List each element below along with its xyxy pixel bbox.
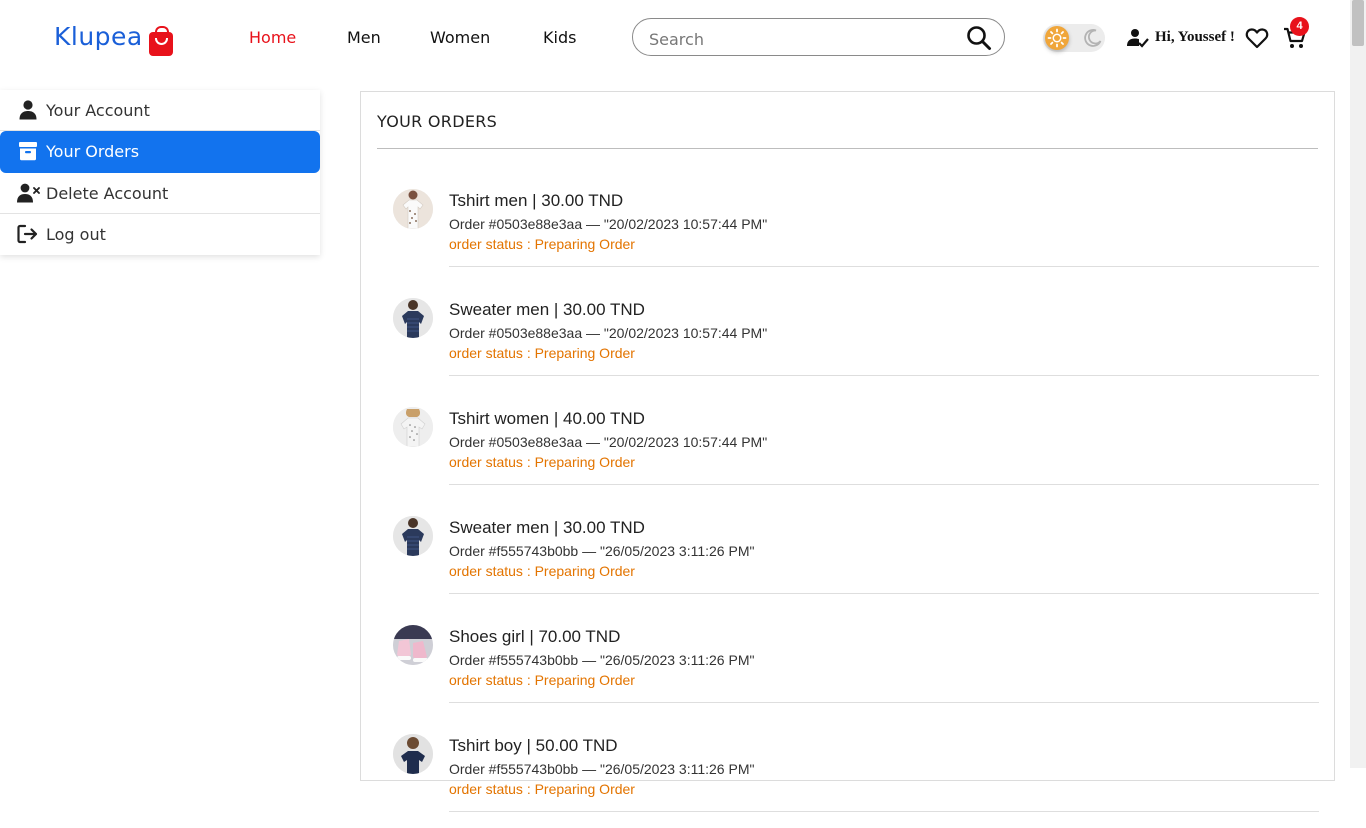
sidebar-item-your-account[interactable]: Your Account <box>0 90 320 131</box>
order-product-name: Tshirt women | 40.00 TND <box>449 409 645 428</box>
search-input[interactable] <box>647 27 961 51</box>
order-item: Sweater men | 30.00 TND Order #0503e88e3… <box>393 283 1319 392</box>
order-divider <box>449 811 1319 812</box>
nav-women[interactable]: Women <box>430 28 490 47</box>
order-divider <box>449 702 1319 703</box>
user-check-icon <box>1127 29 1149 48</box>
sidebar-item-label: Your Account <box>46 101 150 120</box>
order-id-date: Order #0503e88e3aa — "20/02/2023 10:57:4… <box>449 325 768 341</box>
page-title: YOUR ORDERS <box>377 112 498 131</box>
order-product-name: Sweater men | 30.00 TND <box>449 518 645 537</box>
account-sidebar: Your Account Your Orders Delete Account … <box>0 90 320 255</box>
order-status: order status : Preparing Order <box>449 236 635 252</box>
nav-men[interactable]: Men <box>347 28 381 47</box>
order-id-date: Order #0503e88e3aa — "20/02/2023 10:57:4… <box>449 434 768 450</box>
order-product-name: Shoes girl | 70.00 TND <box>449 627 621 646</box>
logout-icon <box>17 224 39 244</box>
user-icon <box>17 100 39 120</box>
order-status: order status : Preparing Order <box>449 345 635 361</box>
sidebar-item-label: Your Orders <box>46 142 140 161</box>
sun-icon <box>1045 26 1069 50</box>
sidebar-item-label: Delete Account <box>46 184 169 203</box>
sidebar-item-log-out[interactable]: Log out <box>0 214 320 255</box>
logo-text: Klupea <box>54 22 143 51</box>
order-status: order status : Preparing Order <box>449 454 635 470</box>
order-item: Tshirt women | 40.00 TND Order #0503e88e… <box>393 392 1319 501</box>
archive-box-icon <box>17 141 39 161</box>
order-divider <box>449 593 1319 594</box>
nav-kids[interactable]: Kids <box>543 28 576 47</box>
page-scrollbar[interactable] <box>1350 0 1366 768</box>
product-thumbnail <box>393 625 433 665</box>
moon-icon <box>1083 28 1103 48</box>
wishlist-heart-icon[interactable] <box>1245 27 1269 49</box>
search-bar <box>632 18 1005 56</box>
order-item: Tshirt men | 30.00 TND Order #0503e88e3a… <box>393 174 1319 283</box>
nav-home[interactable]: Home <box>249 28 296 47</box>
order-item: Shoes girl | 70.00 TND Order #f555743b0b… <box>393 610 1319 719</box>
sidebar-item-delete-account[interactable]: Delete Account <box>0 173 320 214</box>
product-thumbnail <box>393 407 433 447</box>
order-status: order status : Preparing Order <box>449 672 635 688</box>
order-product-name: Tshirt boy | 50.00 TND <box>449 736 618 755</box>
theme-toggle[interactable] <box>1043 24 1105 52</box>
product-thumbnail <box>393 189 433 229</box>
cart-count-badge: 4 <box>1290 17 1309 36</box>
sidebar-item-label: Log out <box>46 225 106 244</box>
search-icon[interactable] <box>966 25 992 51</box>
order-product-name: Sweater men | 30.00 TND <box>449 300 645 319</box>
user-greeting: Hi, Youssef ! <box>1155 29 1235 45</box>
order-status: order status : Preparing Order <box>449 781 635 797</box>
order-divider <box>449 484 1319 485</box>
product-thumbnail <box>393 516 433 556</box>
order-item: Sweater men | 30.00 TND Order #f555743b0… <box>393 501 1319 610</box>
title-divider <box>377 148 1318 149</box>
product-thumbnail <box>393 734 433 774</box>
product-thumbnail <box>393 298 433 338</box>
order-id-date: Order #0503e88e3aa — "20/02/2023 10:57:4… <box>449 216 768 232</box>
order-id-date: Order #f555743b0bb — "26/05/2023 3:11:26… <box>449 543 755 559</box>
order-id-date: Order #f555743b0bb — "26/05/2023 3:11:26… <box>449 652 755 668</box>
order-product-name: Tshirt men | 30.00 TND <box>449 191 624 210</box>
scrollbar-thumb[interactable] <box>1352 0 1364 46</box>
orders-panel: YOUR ORDERS Tshirt men | 30.00 TND Order… <box>360 91 1335 812</box>
order-item: Tshirt boy | 50.00 TND Order #f555743b0b… <box>393 719 1319 828</box>
order-status: order status : Preparing Order <box>449 563 635 579</box>
order-divider <box>449 266 1319 267</box>
user-remove-icon <box>17 183 40 203</box>
shopping-bag-icon <box>149 26 173 56</box>
order-id-date: Order #f555743b0bb — "26/05/2023 3:11:26… <box>449 761 755 777</box>
top-header: Klupea Home Men Women Kids Hi, Youssef !… <box>0 0 1350 76</box>
sidebar-item-your-orders[interactable]: Your Orders <box>0 131 320 173</box>
order-divider <box>449 375 1319 376</box>
